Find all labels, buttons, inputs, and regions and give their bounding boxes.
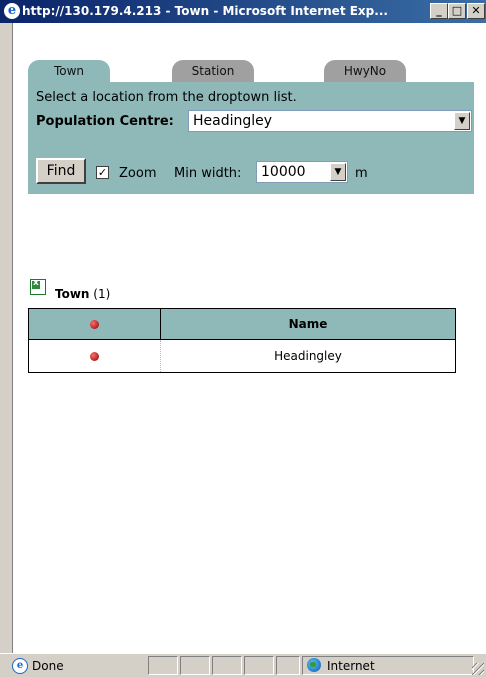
results-title: Town (1)	[55, 287, 110, 301]
zoom-label: Zoom	[119, 166, 157, 181]
globe-icon	[307, 658, 321, 672]
instruction-text: Select a location from the droptown list…	[36, 90, 297, 105]
results-layer-name: Town	[55, 287, 90, 301]
status-bar: e Done Internet	[0, 653, 486, 677]
chevron-down-icon[interactable]: ▼	[330, 163, 346, 181]
table-header-row: Name	[28, 308, 456, 340]
status-pane	[276, 656, 300, 675]
security-zone: Internet	[327, 659, 375, 673]
min-width-label: Min width:	[174, 166, 242, 181]
chevron-down-icon[interactable]: ▼	[454, 112, 470, 130]
results-count: (1)	[93, 287, 111, 301]
zoom-checkbox[interactable]: ✓	[96, 166, 109, 179]
results-table: Name Headingley	[28, 308, 456, 373]
unit-label: m	[355, 166, 368, 181]
marker-icon	[90, 320, 99, 329]
tab-station[interactable]: Station	[172, 60, 254, 82]
status-pane	[212, 656, 242, 675]
marker-icon[interactable]	[90, 352, 99, 361]
population-centre-value: Headingley	[193, 113, 273, 129]
search-panel: Select a location from the droptown list…	[28, 82, 474, 194]
status-pane	[244, 656, 274, 675]
row-name-cell[interactable]: Headingley	[160, 339, 456, 373]
page-icon: e	[12, 658, 28, 674]
status-pane	[180, 656, 210, 675]
population-centre-select[interactable]: Headingley ▼	[188, 110, 472, 132]
status-text: Done	[32, 659, 64, 673]
row-marker-cell[interactable]	[28, 339, 161, 373]
window-title: http://130.179.4.213 - Town - Microsoft …	[22, 4, 388, 18]
name-column-header: Name	[160, 308, 456, 340]
maximize-button[interactable]: □	[448, 3, 466, 19]
title-bar: e http://130.179.4.213 - Town - Microsof…	[0, 0, 486, 23]
tab-town[interactable]: Town	[28, 60, 110, 82]
minimize-button[interactable]: _	[430, 3, 448, 19]
window-frame	[0, 23, 13, 653]
population-centre-label: Population Centre:	[36, 114, 174, 129]
status-pane	[148, 656, 178, 675]
marker-column-header	[28, 308, 161, 340]
close-button[interactable]: ✕	[467, 3, 485, 19]
min-width-value: 10000	[261, 164, 306, 180]
table-row[interactable]: Headingley	[28, 339, 456, 373]
min-width-select[interactable]: 10000 ▼	[256, 161, 348, 183]
resize-grip[interactable]	[472, 663, 484, 675]
find-button[interactable]: Find	[36, 158, 86, 184]
internet-explorer-icon: e	[4, 3, 20, 19]
excel-export-icon[interactable]	[30, 278, 46, 295]
tab-hwyno[interactable]: HwyNo	[324, 60, 406, 82]
